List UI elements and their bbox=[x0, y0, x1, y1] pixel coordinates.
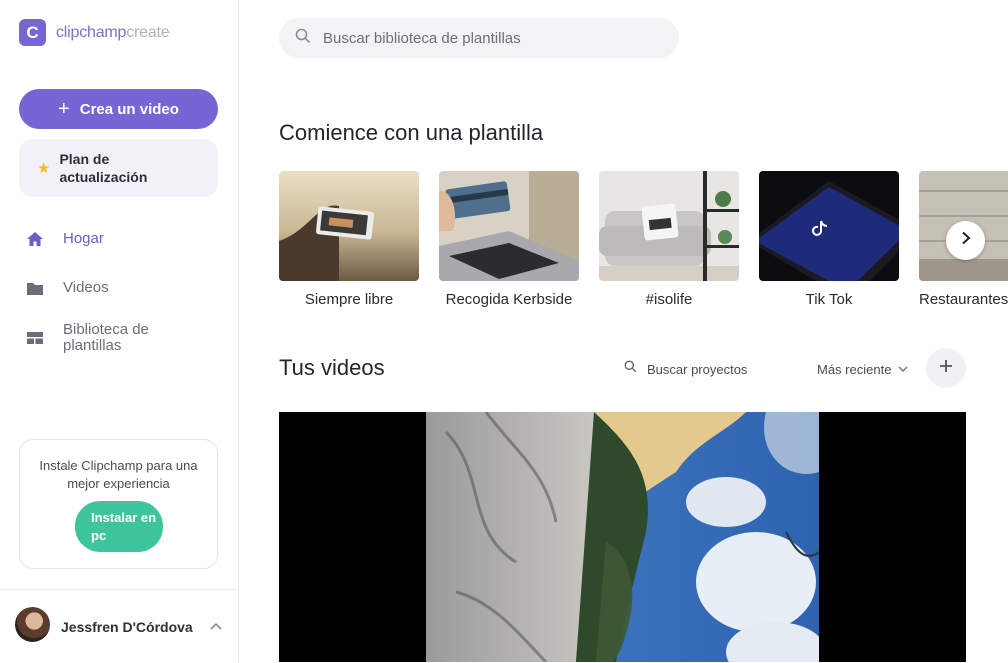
project-search[interactable]: Buscar proyectos bbox=[624, 360, 747, 378]
template-name: Restaurantes bbox=[919, 291, 1008, 308]
install-card: Instale Clipchamp para una mejor experie… bbox=[19, 439, 218, 569]
logo-wordmark-secondary: create bbox=[126, 23, 170, 41]
template-search-input[interactable] bbox=[321, 28, 645, 48]
sidebar-item-label: Biblioteca de plantillas bbox=[63, 321, 149, 354]
template-thumbnail bbox=[279, 171, 419, 281]
sort-dropdown[interactable]: Más reciente bbox=[817, 360, 908, 378]
plus-icon: + bbox=[58, 98, 70, 120]
upgrade-plan-label: Plan de actualización bbox=[59, 151, 148, 185]
create-video-label: Crea un video bbox=[79, 100, 179, 118]
template-name: Siempre libre bbox=[304, 291, 394, 308]
video-card[interactable] bbox=[279, 412, 966, 662]
template-thumbnail bbox=[599, 171, 739, 281]
template-search[interactable] bbox=[279, 18, 679, 58]
chevron-down-icon bbox=[898, 360, 908, 378]
template-card-recogida-kerbside[interactable]: Recogida Kerbside bbox=[439, 171, 579, 308]
video-thumbnail bbox=[426, 412, 819, 662]
template-card-isolife[interactable]: #isolife bbox=[599, 171, 739, 308]
main-content: Comience con una plantilla Siempre libre bbox=[239, 0, 1008, 662]
folder-icon bbox=[25, 278, 45, 298]
sort-label: Más reciente bbox=[817, 361, 892, 377]
logo-mark-icon: C bbox=[19, 19, 46, 46]
install-pc-button[interactable]: Instalar en pc bbox=[75, 501, 163, 552]
template-icon bbox=[25, 328, 45, 348]
logo-wordmark-primary: clipchamp bbox=[56, 23, 127, 41]
template-carousel: Siempre libre Recogida Kerbside #isolife… bbox=[279, 171, 1008, 311]
template-thumbnail bbox=[759, 171, 899, 281]
sidebar-item-template-library[interactable]: Biblioteca de plantillas bbox=[25, 322, 173, 354]
project-search-label: Buscar proyectos bbox=[647, 361, 748, 377]
search-icon bbox=[624, 360, 637, 378]
templates-heading: Comience con una plantilla bbox=[279, 120, 544, 145]
template-name: #isolife bbox=[645, 291, 693, 308]
sidebar-item-home[interactable]: Hogar bbox=[25, 229, 104, 249]
sidebar: C clipchampcreate + Crea un video ★ Plan… bbox=[0, 0, 239, 662]
upgrade-plan-button[interactable]: ★ Plan de actualización bbox=[19, 139, 218, 197]
create-video-button[interactable]: + Crea un video bbox=[19, 89, 218, 129]
videos-heading: Tus videos bbox=[279, 355, 385, 380]
template-card-siempre-libre[interactable]: Siempre libre bbox=[279, 171, 419, 308]
template-name: Recogida Kerbside bbox=[445, 291, 573, 308]
chevron-right-icon bbox=[960, 231, 972, 250]
sidebar-item-label: Videos bbox=[63, 279, 109, 296]
install-message: Instale Clipchamp para una mejor experie… bbox=[39, 458, 198, 491]
template-name: Tik Tok bbox=[805, 291, 853, 308]
carousel-next-button[interactable] bbox=[946, 221, 985, 260]
add-project-button[interactable] bbox=[926, 348, 966, 388]
app-logo[interactable]: C clipchampcreate bbox=[19, 19, 170, 46]
template-thumbnail bbox=[439, 171, 579, 281]
user-menu[interactable]: Jessfren D'Córdova bbox=[0, 589, 238, 663]
template-card-tik-tok[interactable]: Tik Tok bbox=[759, 171, 899, 308]
avatar bbox=[15, 607, 50, 642]
home-icon bbox=[25, 229, 45, 249]
sidebar-item-videos[interactable]: Videos bbox=[25, 278, 109, 298]
search-icon bbox=[295, 28, 311, 49]
user-name: Jessfren D'Córdova bbox=[61, 619, 193, 635]
chevron-up-icon[interactable] bbox=[209, 618, 223, 636]
sidebar-item-label: Hogar bbox=[63, 230, 104, 247]
logo-wordmark: clipchampcreate bbox=[56, 24, 170, 42]
plus-icon bbox=[938, 358, 954, 379]
star-icon: ★ bbox=[37, 160, 51, 177]
